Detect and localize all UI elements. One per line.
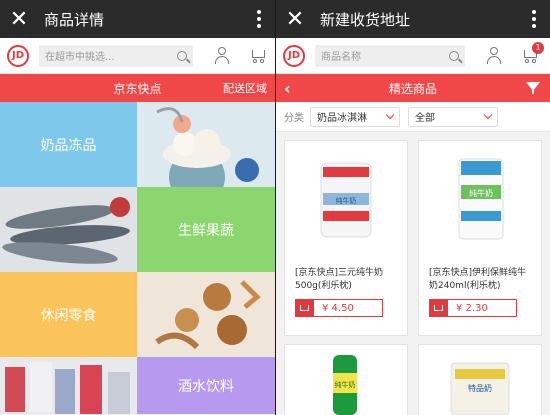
product-name: [京东快点]伊利保鲜纯牛奶240ml(利乐枕) [429,268,527,291]
more-menu-icon[interactable] [257,10,261,31]
pretzel-image [137,272,275,357]
delivery-area-link[interactable]: 配送区域 [223,80,267,96]
right-page-title: 新建收货地址 [320,10,411,29]
pack-label: 特品奶 [468,383,492,393]
product-search-input[interactable]: 商品名称 [315,44,465,67]
category-value: 奶品冰淇淋 [317,113,367,124]
left-titlebar: ✕ 商品详情 [0,0,275,38]
product-price: ¥ 2.30 [447,299,517,317]
pack-label: 纯牛奶 [336,196,357,205]
tile-label: 生鲜果蔬 [178,222,234,239]
tile-snacks[interactable]: 休闲零食 [0,272,137,357]
user-icon[interactable] [215,46,229,65]
price-row: ¥ 4.50 [295,299,397,317]
product-price: ¥ 4.50 [313,299,383,317]
add-to-cart-button[interactable] [429,299,447,317]
tile-icecream-image[interactable] [137,102,275,187]
tile-pretzel-image[interactable] [137,272,275,357]
tile-label: 奶品冻品 [40,137,97,154]
cart-icon[interactable] [249,48,267,64]
subcategory-value: 全部 [415,113,435,124]
product-card[interactable]: 特品奶 [418,344,542,415]
price-row: ¥ 2.30 [429,299,531,317]
product-image: 纯牛奶 [419,141,541,251]
left-category-header: 京东快点 配送区域 [0,74,275,102]
search-icon[interactable] [449,50,459,61]
search-input[interactable]: 在超市中挑选... [39,44,193,67]
product-card[interactable]: 纯牛奶 [284,344,408,415]
fish-image [0,187,137,272]
close-icon[interactable]: ✕ [0,0,38,38]
more-menu-icon[interactable] [532,10,536,31]
jd-logo[interactable]: JD [7,44,29,67]
right-titlebar: ✕ 新建收货地址 [276,0,550,38]
search-placeholder: 商品名称 [321,52,361,63]
tile-fish-image[interactable] [0,187,137,272]
right-screen: ✕ 新建收货地址 JD 商品名称 1 ‹ 精选商品 分类 奶品冰淇淋 全部 纯牛… [275,0,550,415]
add-to-cart-button[interactable] [295,299,313,317]
chevron-down-icon [385,110,395,120]
left-screen: ✕ 商品详情 JD 在超市中挑选... 京东快点 配送区域 奶品冻品 生鲜果蔬 … [0,0,275,415]
product-card[interactable]: 纯牛奶 [京东快点]伊利保鲜纯牛奶240ml(利乐枕) ¥ 2.30 [418,140,542,336]
back-arrow-icon[interactable]: ‹ [284,79,291,98]
cart-icon [433,305,443,311]
product-card[interactable]: 纯牛奶 [京东快点]三元纯牛奶500g(利乐枕) ¥ 4.50 [284,140,408,336]
chevron-down-icon [483,110,493,120]
cart-icon [299,305,309,311]
tile-drinks-image[interactable] [0,357,137,414]
category-select[interactable]: 奶品冰淇淋 [310,106,400,127]
product-image: 特品奶 [450,362,510,415]
filter-row: 分类 奶品冰淇淋 全部 [276,102,550,132]
pack-label: 纯牛奶 [469,188,493,198]
icecream-image [156,107,259,187]
product-name: [京东快点]三元纯牛奶500g(利乐枕) [295,268,384,291]
filter-icon[interactable] [526,82,540,94]
jd-logo[interactable]: JD [283,44,305,67]
cart-icon[interactable]: 1 [521,41,544,64]
search-placeholder: 在超市中挑选... [45,52,115,63]
category-tiles: 奶品冻品 生鲜果蔬 休闲零食 酒水饮料 [0,102,275,414]
pack-label: 纯牛奶 [335,380,356,389]
category-label: 分类 [284,113,304,124]
store-title: 京东快点 [113,81,162,96]
product-image: 纯牛奶 [285,141,407,251]
product-image: 纯牛奶 [333,355,357,415]
tile-dairy-frozen[interactable]: 奶品冻品 [0,102,137,187]
user-icon[interactable] [487,46,501,65]
close-icon[interactable]: ✕ [276,0,314,38]
left-search-bar: JD 在超市中挑选... [0,38,275,74]
product-grid: 纯牛奶 [京东快点]三元纯牛奶500g(利乐枕) ¥ 4.50 纯牛奶 [京东快… [276,132,550,415]
search-icon[interactable] [177,50,187,61]
subcategory-select[interactable]: 全部 [408,106,498,127]
cart-count-badge: 1 [532,41,544,54]
tile-label: 酒水饮料 [178,378,234,395]
left-page-title: 商品详情 [44,10,105,29]
tile-fresh-produce[interactable]: 生鲜果蔬 [137,187,275,272]
tile-beverages[interactable]: 酒水饮料 [137,357,275,414]
section-title: 精选商品 [388,81,437,96]
drinks-image [0,357,137,414]
tile-label: 休闲零食 [40,307,97,324]
right-search-bar: JD 商品名称 1 [276,38,550,74]
right-section-header: ‹ 精选商品 [276,74,550,102]
